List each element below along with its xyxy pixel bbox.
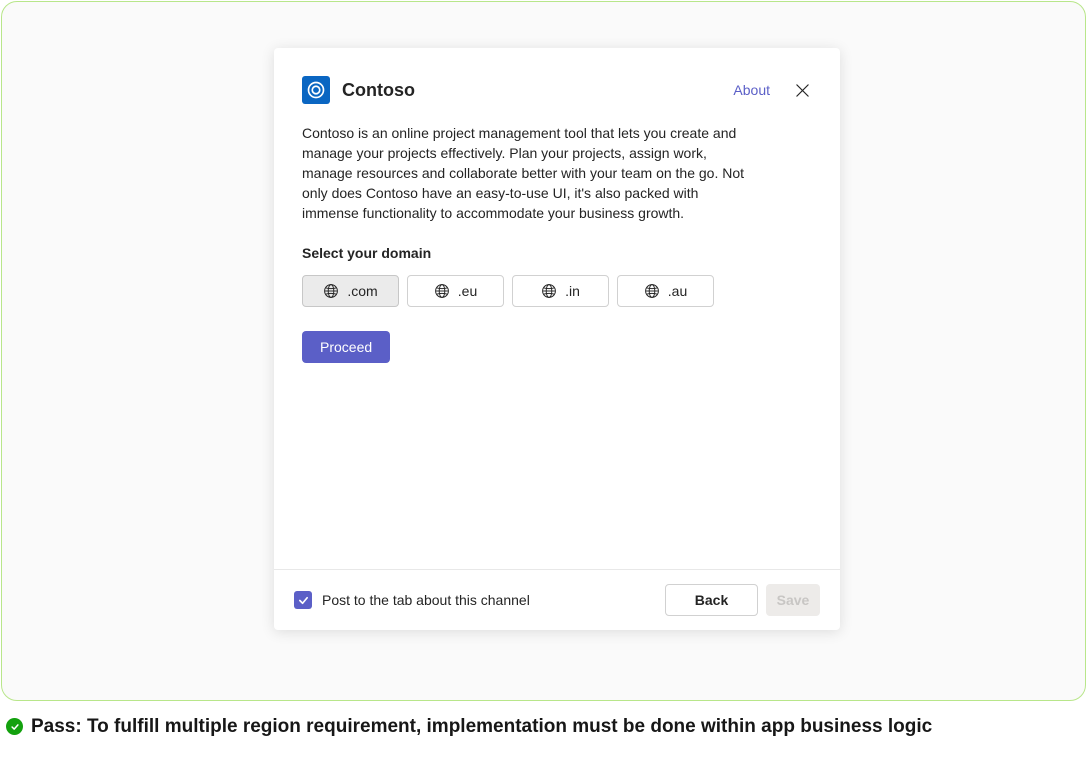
domain-label: .au bbox=[668, 283, 687, 299]
save-button[interactable]: Save bbox=[766, 584, 820, 616]
globe-icon bbox=[323, 283, 339, 299]
domain-label: .in bbox=[565, 283, 580, 299]
dialog-header: Contoso About bbox=[274, 48, 840, 104]
domain-options: .com .eu bbox=[302, 275, 812, 307]
pass-message: Pass: To fulfill multiple region require… bbox=[0, 702, 1087, 740]
dialog-footer: Post to the tab about this channel Back … bbox=[274, 569, 840, 630]
close-icon bbox=[795, 83, 810, 98]
pass-text: Pass: To fulfill multiple region require… bbox=[31, 714, 932, 740]
app-description: Contoso is an online project management … bbox=[302, 124, 746, 223]
domain-label: .com bbox=[347, 283, 377, 299]
globe-icon bbox=[644, 283, 660, 299]
app-title: Contoso bbox=[342, 80, 733, 101]
dialog-body: Contoso is an online project management … bbox=[274, 104, 840, 363]
back-button[interactable]: Back bbox=[665, 584, 758, 616]
domain-section-label: Select your domain bbox=[302, 245, 812, 261]
pass-check-icon bbox=[6, 718, 23, 735]
post-checkbox[interactable] bbox=[294, 591, 312, 609]
close-button[interactable] bbox=[792, 80, 812, 100]
example-container: Contoso About Contoso is an online proje… bbox=[1, 1, 1086, 701]
post-checkbox-wrap: Post to the tab about this channel bbox=[294, 591, 665, 609]
domain-option-eu[interactable]: .eu bbox=[407, 275, 504, 307]
post-checkbox-label: Post to the tab about this channel bbox=[322, 592, 530, 608]
domain-label: .eu bbox=[458, 283, 477, 299]
domain-option-com[interactable]: .com bbox=[302, 275, 399, 307]
globe-icon bbox=[434, 283, 450, 299]
domain-option-au[interactable]: .au bbox=[617, 275, 714, 307]
check-icon bbox=[298, 595, 309, 606]
about-link[interactable]: About bbox=[733, 82, 770, 98]
footer-actions: Back Save bbox=[665, 584, 820, 616]
app-config-dialog: Contoso About Contoso is an online proje… bbox=[274, 48, 840, 630]
app-logo bbox=[302, 76, 330, 104]
globe-icon bbox=[541, 283, 557, 299]
domain-option-in[interactable]: .in bbox=[512, 275, 609, 307]
proceed-button[interactable]: Proceed bbox=[302, 331, 390, 363]
